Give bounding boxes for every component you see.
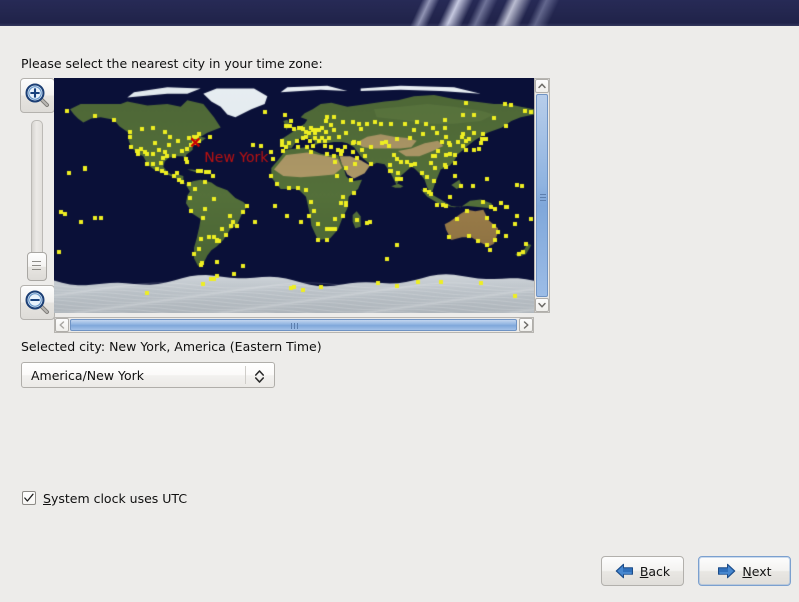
map-vertical-scrollbar[interactable]: [534, 78, 550, 313]
scroll-right-button[interactable]: [519, 318, 533, 332]
up-down-chevron-icon: [255, 370, 264, 383]
chevron-left-icon: [59, 321, 65, 329]
next-button[interactable]: Next: [698, 556, 791, 586]
window-header-banner: [0, 0, 799, 26]
next-button-label: Next: [742, 564, 771, 579]
system-clock-utc-label: System clock uses UTC: [43, 491, 187, 506]
map-horizontal-scrollbar[interactable]: [54, 317, 534, 333]
slider-grip-line: [32, 261, 41, 262]
scroll-down-button[interactable]: [535, 298, 549, 312]
map-image[interactable]: [54, 78, 534, 313]
slider-grip-line: [32, 269, 41, 270]
scroll-left-button[interactable]: [55, 318, 69, 332]
back-label-rest: ack: [648, 563, 671, 579]
map-zoom-slider-handle[interactable]: [27, 252, 47, 281]
arrow-right-icon: [718, 563, 736, 579]
system-clock-utc-checkbox[interactable]: [22, 491, 36, 505]
checkmark-icon: [24, 493, 34, 502]
timezone-select-value: America/New York: [31, 368, 145, 383]
utc-label-mnemonic: S: [43, 491, 51, 506]
map-zoom-in-button[interactable]: [20, 78, 55, 113]
combo-divider: [245, 366, 246, 384]
utc-label-rest: ystem clock uses UTC: [50, 491, 188, 506]
scroll-thumb-horizontal[interactable]: [70, 319, 517, 331]
arrow-left-icon: [615, 563, 633, 579]
next-mnemonic: N: [742, 563, 752, 579]
back-button-label: Back: [640, 564, 670, 579]
banner-edge-fade: [0, 23, 799, 26]
chevron-down-icon: [538, 302, 546, 308]
scroll-up-button[interactable]: [535, 79, 549, 93]
zoom-in-magnifier-icon: [25, 83, 49, 107]
page-title: Please select the nearest city in your t…: [21, 56, 323, 71]
slider-grip-line: [32, 265, 41, 266]
chevron-up-icon: [538, 83, 546, 89]
next-label-rest: ext: [751, 563, 772, 579]
chevron-right-icon: [523, 321, 529, 329]
timezone-select[interactable]: America/New York: [21, 362, 275, 388]
back-button[interactable]: Back: [601, 556, 684, 586]
world-timezone-map[interactable]: [54, 78, 534, 313]
selected-city-label: Selected city: New York, America (Easter…: [21, 339, 322, 354]
map-zoom-out-button[interactable]: [20, 285, 55, 320]
scroll-thumb-vertical[interactable]: [536, 94, 548, 297]
zoom-out-magnifier-icon: [25, 290, 49, 314]
